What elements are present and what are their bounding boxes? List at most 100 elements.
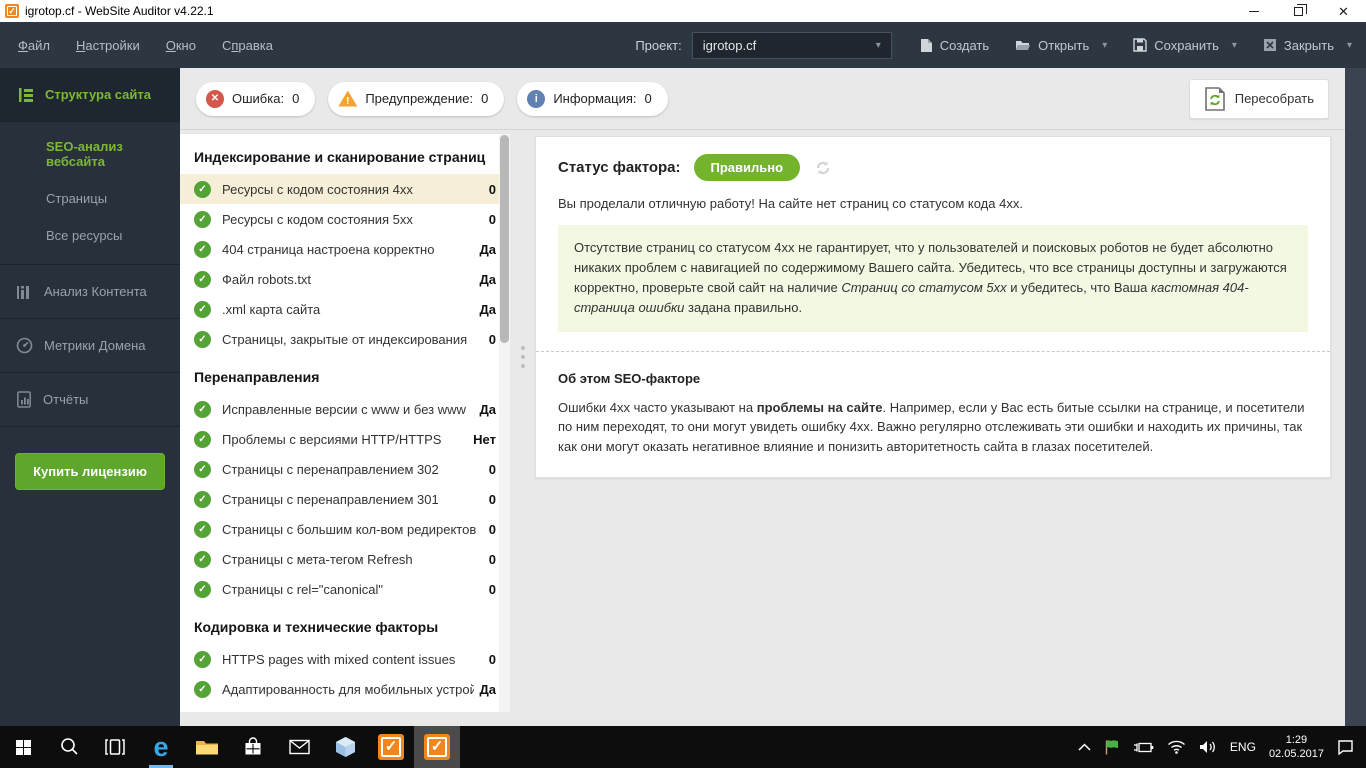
- list-scrollbar-thumb[interactable]: [500, 135, 509, 343]
- sidebar-item-reports[interactable]: Отчёты: [0, 373, 180, 427]
- close-box-icon: [1263, 38, 1277, 52]
- battery-icon[interactable]: [1132, 741, 1154, 754]
- check-ok-icon: [194, 431, 211, 448]
- open-project-button[interactable]: Открыть ▾: [1015, 38, 1107, 53]
- factor-row-meta-refresh[interactable]: Страницы с мета-тегом Refresh 0: [180, 544, 510, 574]
- panel-splitter[interactable]: [510, 134, 535, 712]
- sidebar-item-label: Метрики Домена: [44, 338, 146, 353]
- rebuild-project-button[interactable]: Пересобрать: [1189, 79, 1329, 119]
- chevron-down-icon[interactable]: ▾: [1347, 40, 1352, 51]
- factor-row-robots[interactable]: Файл robots.txt Да: [180, 264, 510, 294]
- warning-icon: [338, 91, 357, 107]
- menu-window[interactable]: Окно: [166, 38, 196, 53]
- taskbar-3d-builder-button[interactable]: [322, 726, 368, 768]
- sidebar-item-pages[interactable]: Страницы: [0, 180, 180, 217]
- menu-window-accel: О: [166, 38, 176, 53]
- factor-label: Файл robots.txt: [222, 272, 474, 287]
- taskbar-clock[interactable]: 1:29 02.05.2017: [1269, 733, 1324, 762]
- check-ok-icon: [194, 461, 211, 478]
- restore-button[interactable]: [1276, 0, 1321, 22]
- factor-row-http-https[interactable]: Проблемы с версиями HTTP/HTTPS Нет: [180, 424, 510, 454]
- check-ok-icon: [194, 331, 211, 348]
- factor-value: 0: [489, 552, 496, 567]
- volume-icon[interactable]: [1199, 740, 1217, 754]
- wifi-icon[interactable]: [1167, 740, 1186, 754]
- factor-label: Страницы с перенаправлением 302: [222, 462, 483, 477]
- start-button[interactable]: [0, 726, 46, 768]
- factor-row-www[interactable]: Исправленные версии с www и без www Да: [180, 394, 510, 424]
- create-project-button[interactable]: Создать: [920, 38, 989, 53]
- factor-label: HTTPS pages with mixed content issues: [222, 652, 483, 667]
- chevron-down-icon[interactable]: ▾: [1102, 40, 1107, 51]
- clock-time: 1:29: [1269, 733, 1324, 747]
- factor-value: 0: [489, 182, 496, 197]
- tray-expand-icon[interactable]: [1078, 743, 1091, 751]
- factor-tip-box: Отсутствие страниц со статусом 4xx не га…: [558, 225, 1308, 332]
- taskbar-wsa-button[interactable]: [368, 726, 414, 768]
- sidebar-item-content-analysis[interactable]: Анализ Контента: [0, 265, 180, 319]
- save-project-button[interactable]: Сохранить ▾: [1133, 38, 1237, 53]
- factor-row-mobile-friendly[interactable]: Адаптированность для мобильных устройств…: [180, 674, 510, 704]
- factor-summary: Вы проделали отличную работу! На сайте н…: [558, 196, 1308, 211]
- close-button[interactable]: ✕: [1321, 0, 1366, 22]
- taskbar-store-button[interactable]: [230, 726, 276, 768]
- action-center-icon[interactable]: [1337, 739, 1354, 755]
- minimize-button[interactable]: [1231, 0, 1276, 22]
- buy-license-button[interactable]: Купить лицензию: [15, 453, 165, 490]
- factor-row-5xx[interactable]: Ресурсы с кодом состояния 5xx 0: [180, 204, 510, 234]
- info-pill[interactable]: Информация: 0: [517, 82, 667, 116]
- factor-row-404-page[interactable]: 404 страница настроена корректно Да: [180, 234, 510, 264]
- factor-row-sitemap[interactable]: .xml карта сайта Да: [180, 294, 510, 324]
- domain-metrics-icon: [16, 337, 33, 354]
- factor-row-noindex[interactable]: Страницы, закрытые от индексирования 0: [180, 324, 510, 354]
- factor-row-301[interactable]: Страницы с перенаправлением 301 0: [180, 484, 510, 514]
- sidebar-item-label: Структура сайта: [45, 87, 151, 102]
- sidebar-item-seo-analysis[interactable]: SEO-анализ вебсайта: [0, 128, 180, 180]
- taskbar-edge-button[interactable]: [138, 726, 184, 768]
- create-project-label: Создать: [940, 38, 989, 53]
- factor-row-redirect-chains[interactable]: Страницы с большим кол-вом редиректов 0: [180, 514, 510, 544]
- taskbar-wsa-active-button[interactable]: [414, 726, 460, 768]
- taskbar-mail-button[interactable]: [276, 726, 322, 768]
- factor-section-title: Индексирование и сканирование страниц: [180, 134, 510, 174]
- flag-icon[interactable]: [1104, 739, 1119, 755]
- list-scrollbar[interactable]: [499, 134, 510, 712]
- factor-label: Страницы с перенаправлением 301: [222, 492, 483, 507]
- sidebar-item-site-structure[interactable]: Структура сайта: [0, 68, 180, 122]
- menu-help-pre: С: [222, 38, 231, 53]
- sidebar-item-domain-metrics[interactable]: Метрики Домена: [0, 319, 180, 373]
- refresh-factor-icon[interactable]: [813, 158, 833, 178]
- errors-pill[interactable]: Ошибка: 0: [196, 82, 315, 116]
- menu-help[interactable]: Справка: [222, 38, 273, 53]
- factor-row-mixed-content[interactable]: HTTPS pages with mixed content issues 0: [180, 644, 510, 674]
- close-project-button[interactable]: Закрыть ▾: [1263, 38, 1352, 53]
- project-select-value: igrotop.cf: [703, 38, 870, 53]
- close-icon: ✕: [1338, 5, 1349, 18]
- tip-link-5xx[interactable]: Страниц со статусом 5хх: [841, 280, 1006, 295]
- menu-file[interactable]: Файл: [18, 38, 50, 53]
- factor-row-302[interactable]: Страницы с перенаправлением 302 0: [180, 454, 510, 484]
- collapsed-right-panel[interactable]: [1345, 68, 1366, 726]
- factor-row-4xx[interactable]: Ресурсы с кодом состояния 4xx 0: [180, 174, 510, 204]
- taskbar-explorer-button[interactable]: [184, 726, 230, 768]
- save-project-label: Сохранить: [1154, 38, 1219, 53]
- warnings-count: 0: [481, 91, 488, 106]
- factor-row-canonical[interactable]: Страницы с rel="canonical" 0: [180, 574, 510, 604]
- menu-settings[interactable]: Настройки: [76, 38, 140, 53]
- taskbar-search-button[interactable]: [46, 726, 92, 768]
- search-icon: [59, 737, 79, 757]
- website-auditor-icon: [378, 734, 404, 760]
- menu-settings-rest: астройки: [85, 38, 139, 53]
- clock-date: 02.05.2017: [1269, 747, 1324, 761]
- task-view-button[interactable]: [92, 726, 138, 768]
- check-ok-icon: [194, 651, 211, 668]
- project-select[interactable]: igrotop.cf ▾: [692, 32, 892, 59]
- about-factor-text: Ошибки 4xx часто указывают на проблемы н…: [558, 398, 1308, 457]
- chevron-down-icon[interactable]: ▾: [1232, 40, 1237, 51]
- sidebar-item-all-resources[interactable]: Все ресурсы: [0, 217, 180, 254]
- close-project-label: Закрыть: [1284, 38, 1334, 53]
- language-indicator[interactable]: ENG: [1230, 740, 1256, 754]
- factor-value: Нет: [473, 432, 496, 447]
- about-text-bold: проблемы на сайте: [757, 400, 883, 415]
- warnings-pill[interactable]: Предупреждение: 0: [328, 82, 504, 116]
